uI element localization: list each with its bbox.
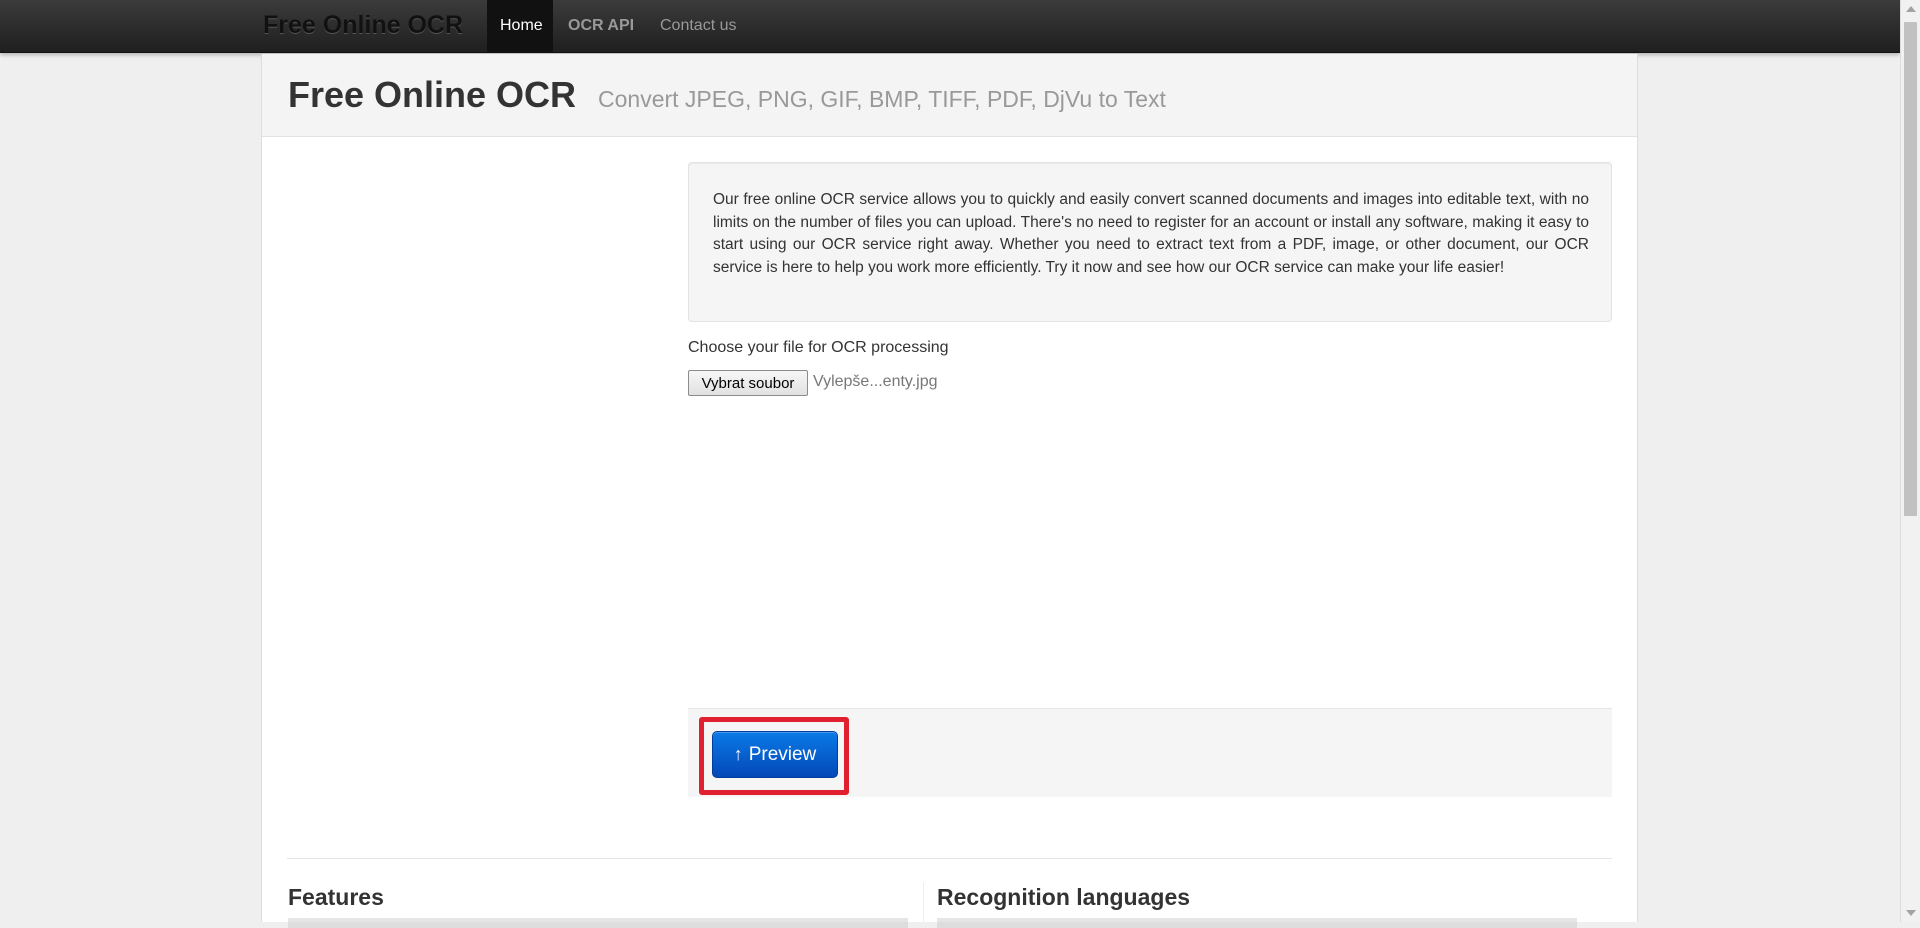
intro-well: Our free online OCR service allows you t… — [688, 162, 1612, 322]
file-input-label: Choose your file for OCR processing — [688, 339, 949, 356]
languages-text-cutoff — [937, 918, 1577, 928]
nav-home[interactable]: Home — [487, 0, 553, 52]
nav-contact-us[interactable]: Contact us — [647, 0, 749, 52]
selected-file-name: Vylepše...enty.jpg — [813, 373, 938, 390]
page-subtitle: Convert JPEG, PNG, GIF, BMP, TIFF, PDF, … — [598, 86, 1166, 112]
languages-heading: Recognition languages — [937, 884, 1191, 910]
features-heading: Features — [288, 884, 384, 910]
preview-button[interactable]: ↑ Preview — [712, 731, 838, 778]
form-actions: ↑ Preview — [688, 708, 1612, 797]
preview-label: Preview — [748, 744, 817, 765]
nav-ocr-api[interactable]: OCR API — [555, 0, 647, 52]
intro-text: Our free online OCR service allows you t… — [713, 191, 1589, 276]
brand-logo[interactable]: Free Online OCR — [263, 11, 463, 40]
choose-file-button[interactable]: Vybrat soubor — [688, 370, 808, 396]
column-divider — [923, 882, 924, 922]
scroll-thumb[interactable] — [1904, 22, 1917, 516]
scroll-up-icon[interactable] — [1906, 6, 1916, 12]
top-navbar: Free Online OCR Home OCR API Contact us — [0, 0, 1900, 53]
page-scrollbar[interactable] — [1900, 0, 1920, 922]
hero-unit: Free Online OCR Convert JPEG, PNG, GIF, … — [262, 54, 1637, 137]
features-text-cutoff — [288, 918, 908, 928]
section-divider — [287, 858, 1612, 859]
main-container: Free Online OCR Convert JPEG, PNG, GIF, … — [261, 54, 1638, 928]
arrow-up-icon: ↑ — [733, 744, 743, 764]
page-title: Free Online OCR — [288, 74, 577, 115]
scroll-down-icon[interactable] — [1906, 910, 1916, 916]
